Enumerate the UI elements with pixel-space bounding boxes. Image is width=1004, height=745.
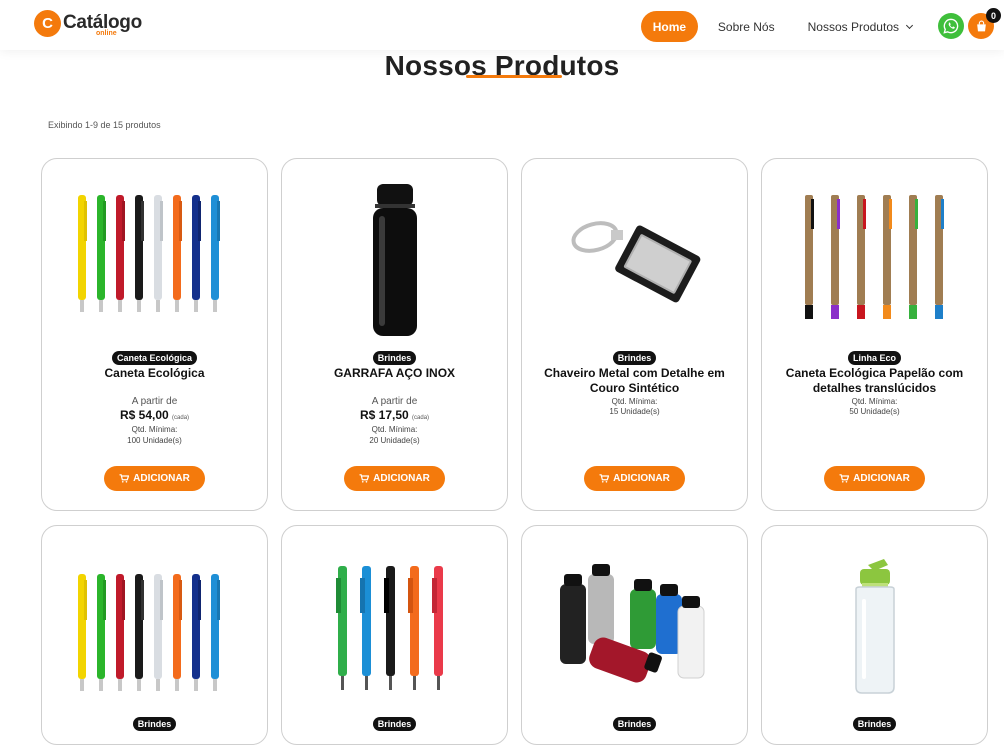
product-name[interactable]: Caneta Ecológica: [52, 366, 257, 381]
product-image[interactable]: [522, 177, 747, 347]
product-card[interactable]: Brindes: [761, 525, 988, 745]
whatsapp-button[interactable]: [938, 13, 964, 39]
category-badge: Brindes: [372, 717, 417, 731]
nav-home[interactable]: Home: [640, 11, 698, 42]
category-badge: Linha Eco: [847, 351, 901, 365]
product-image[interactable]: [42, 544, 267, 714]
product-card[interactable]: Brindes: [521, 525, 748, 745]
product-image[interactable]: [42, 177, 267, 347]
add-to-cart-button[interactable]: ADICIONAR: [584, 466, 685, 491]
product-card[interactable]: Brindes GARRAFA AÇO INOX A partir de R$ …: [281, 158, 508, 511]
product-card[interactable]: Caneta Ecológica Caneta Ecológica A part…: [41, 158, 268, 511]
pen-set-image: [77, 574, 220, 691]
category-badge: Caneta Ecológica: [111, 351, 198, 365]
product-image[interactable]: [282, 177, 507, 347]
title-underline: [466, 75, 562, 78]
bottle-image: [372, 184, 417, 336]
category-badge: Brindes: [612, 717, 657, 731]
category-badge: Brindes: [132, 717, 177, 731]
min-qty-value: 50 Unidade(s): [849, 407, 900, 416]
add-to-cart-button[interactable]: ADICIONAR: [824, 466, 925, 491]
whatsapp-icon: [943, 18, 959, 34]
product-name[interactable]: Caneta Ecológica Papelão com detalhes tr…: [772, 366, 977, 396]
min-qty-label: Qtd. Mínima:: [371, 425, 418, 434]
product-card[interactable]: Brindes: [281, 525, 508, 745]
cart-icon: [599, 474, 610, 483]
product-price: R$ 17,50 (cada): [359, 408, 430, 422]
result-count: Exibindo 1-9 de 15 produtos: [48, 120, 161, 130]
price-from-label: A partir de: [131, 396, 178, 407]
product-price: R$ 54,00 (cada): [119, 408, 190, 422]
min-qty-value: 20 Unidade(s): [369, 436, 420, 445]
product-image[interactable]: [762, 544, 987, 714]
shopping-bag-icon: [976, 20, 986, 31]
add-to-cart-button[interactable]: ADICIONAR: [344, 466, 445, 491]
bottles-set-image: [559, 564, 704, 683]
cart-icon: [359, 474, 370, 483]
product-card[interactable]: Linha Eco Caneta Ecológica Papelão com d…: [761, 158, 988, 511]
category-badge: Brindes: [372, 351, 417, 365]
site-header: C Catálogo online Home Sobre Nós Nossos …: [0, 0, 1004, 50]
product-card[interactable]: Brindes: [41, 525, 268, 745]
min-qty-value: 100 Unidade(s): [127, 436, 182, 445]
min-qty-value: 15 Unidade(s): [609, 407, 660, 416]
product-name[interactable]: GARRAFA AÇO INOX: [292, 366, 497, 381]
cart-count-badge: 0: [986, 8, 1001, 23]
nav-products-dropdown[interactable]: Nossos Produtos: [807, 19, 914, 34]
logo-badge: C: [34, 10, 61, 37]
product-name[interactable]: Chaveiro Metal com Detalhe em Couro Sint…: [532, 366, 737, 396]
product-image[interactable]: [762, 177, 987, 347]
eco-pen-set-image: [804, 195, 944, 319]
min-qty-label: Qtd. Mínima:: [131, 425, 178, 434]
sport-bottle-image: [854, 559, 895, 694]
site-logo[interactable]: C Catálogo online: [34, 10, 142, 37]
category-badge: Brindes: [612, 351, 657, 365]
product-image[interactable]: [282, 544, 507, 714]
add-to-cart-button[interactable]: ADICIONAR: [104, 466, 205, 491]
logo-subtext: online: [96, 30, 117, 37]
price-from-label: A partir de: [371, 396, 418, 407]
keychain-image: [570, 221, 700, 303]
min-qty-label: Qtd. Mínima:: [611, 397, 658, 406]
category-badge: Brindes: [852, 717, 897, 731]
main-nav: Home Sobre Nós Nossos Produtos: [640, 11, 914, 42]
nav-products-label: Nossos Produtos: [807, 19, 899, 34]
pen-set-image: [77, 195, 220, 312]
min-qty-label: Qtd. Mínima:: [851, 397, 898, 406]
nav-about[interactable]: Sobre Nós: [718, 20, 775, 34]
cart-icon: [119, 474, 130, 483]
product-card[interactable]: Brindes Chaveiro Metal com Detalhe em Co…: [521, 158, 748, 511]
colored-pens-image: [335, 566, 443, 690]
cart-icon: [839, 474, 850, 483]
chevron-down-icon: [905, 21, 914, 29]
product-image[interactable]: [522, 544, 747, 714]
